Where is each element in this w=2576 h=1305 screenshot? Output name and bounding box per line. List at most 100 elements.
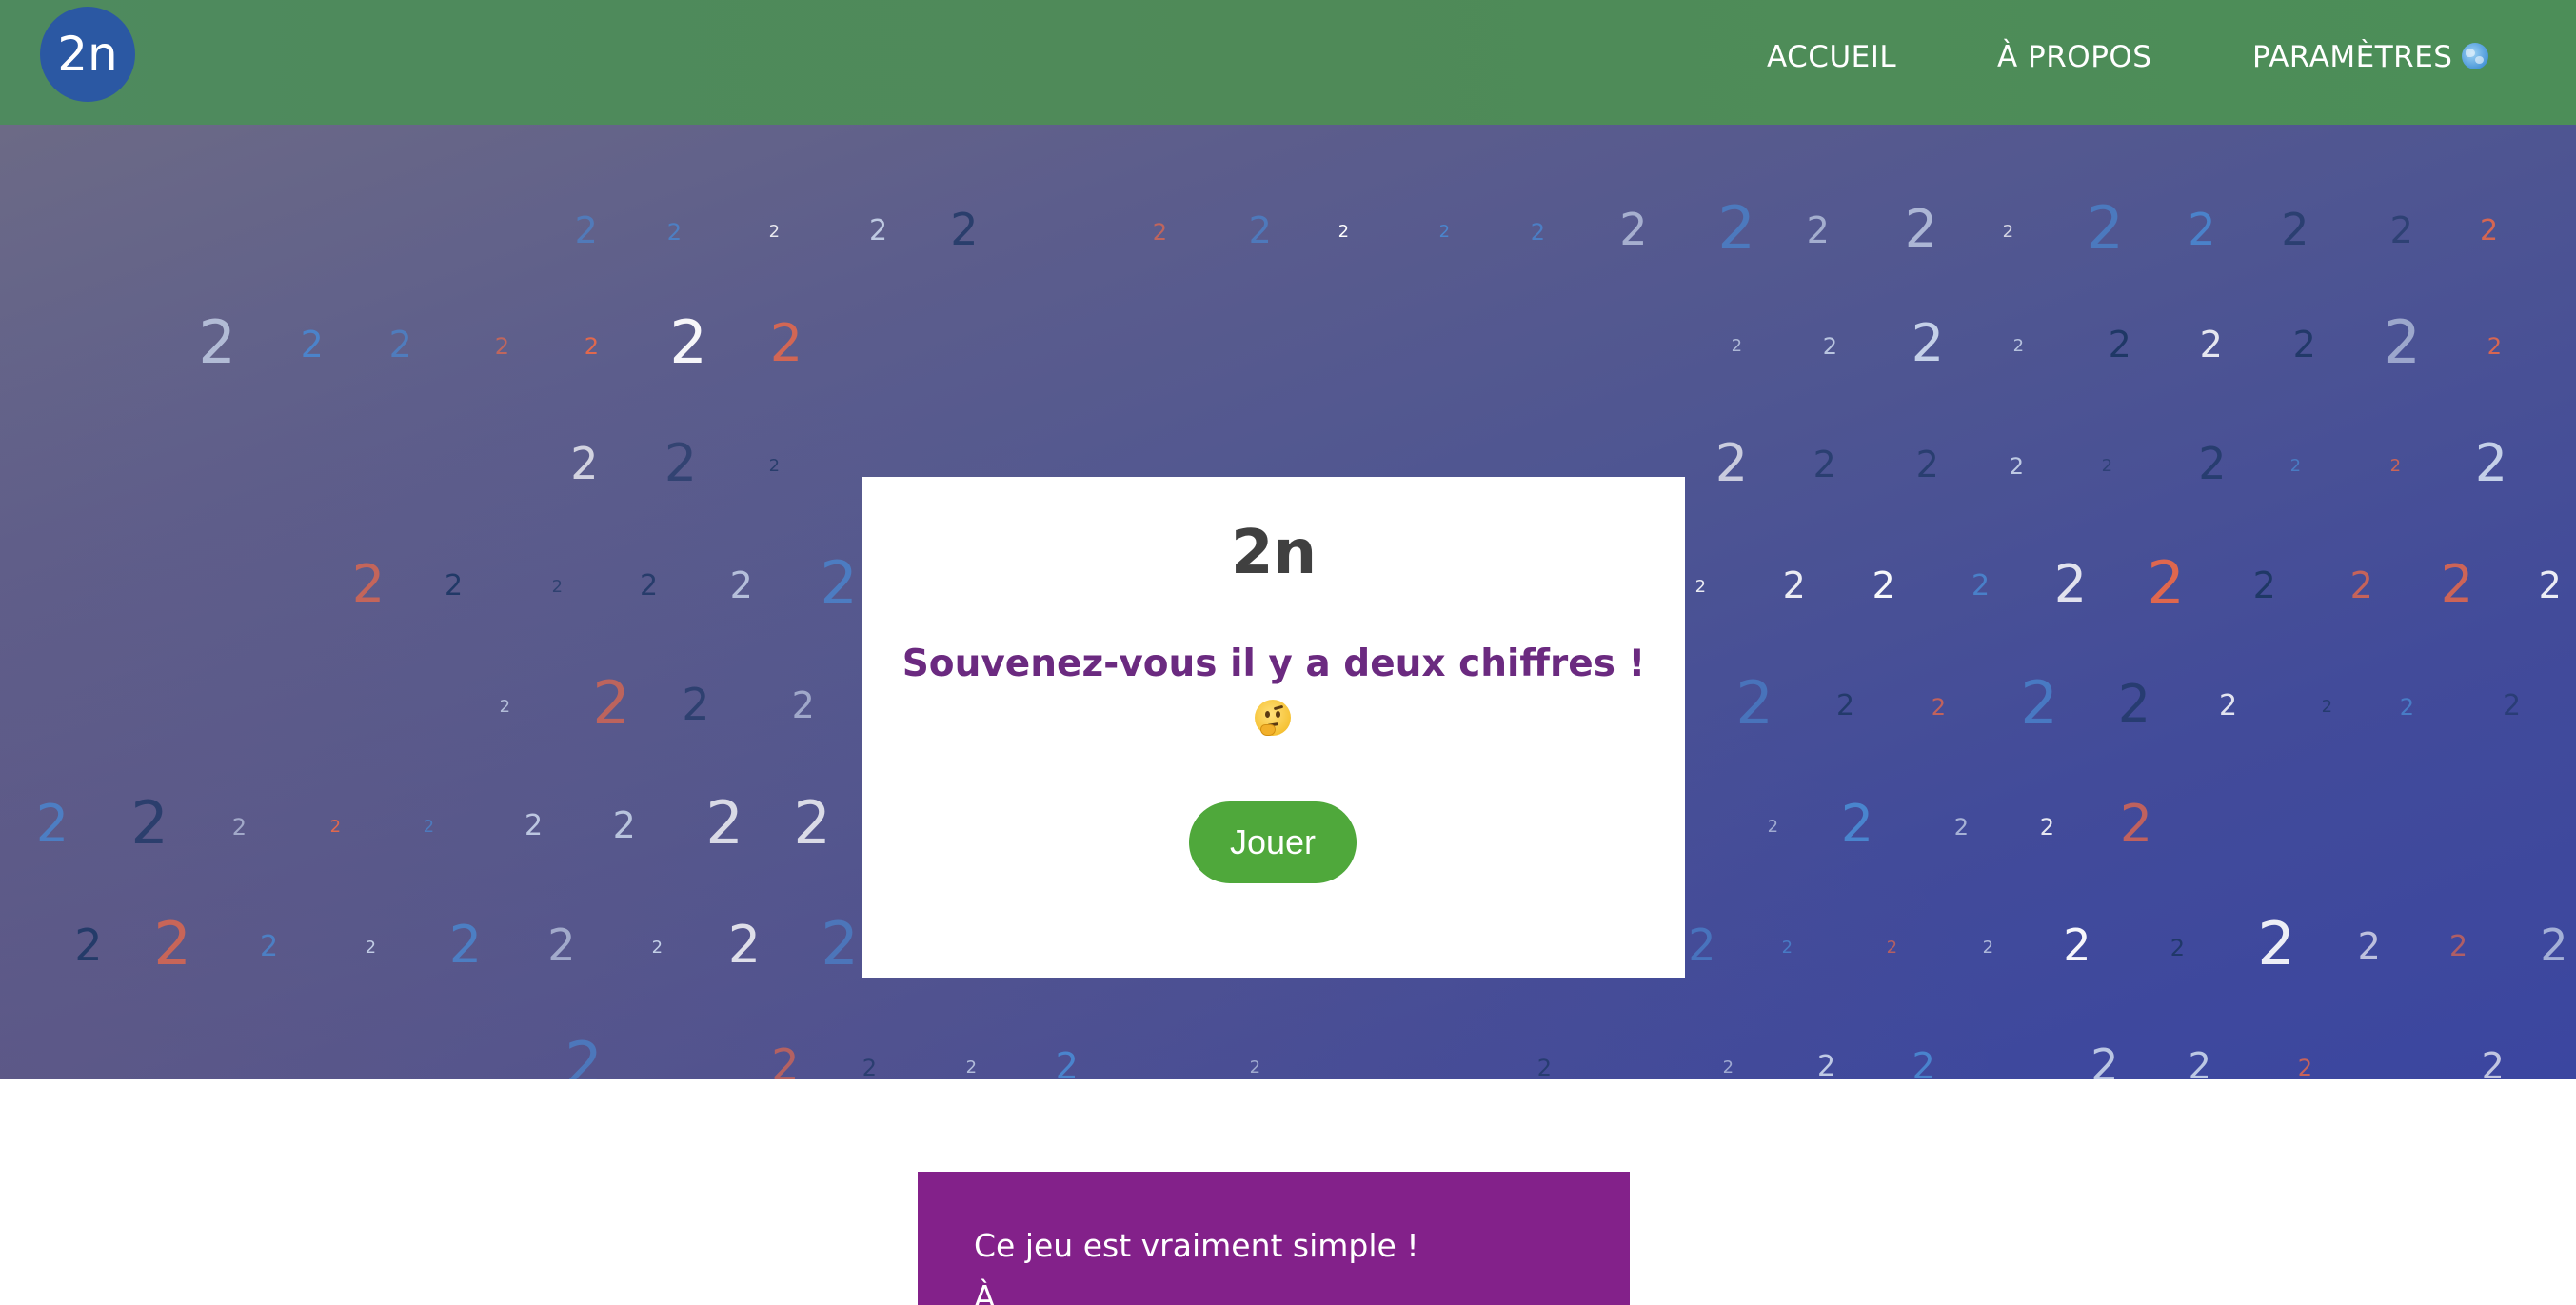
background-digit: 2 — [640, 569, 659, 603]
play-button[interactable]: Jouer — [1189, 801, 1357, 883]
background-digit: 2 — [2091, 1039, 2119, 1079]
background-digit: 2 — [388, 324, 412, 366]
info-text-line1: Ce jeu est vraiment simple ! — [974, 1227, 1419, 1264]
background-digit: 2 — [1840, 793, 1874, 854]
background-digit: 2 — [423, 817, 435, 838]
thinking-face-icon — [1255, 700, 1291, 736]
background-digit: 2 — [2538, 564, 2562, 607]
background-digit: 2 — [768, 456, 781, 477]
background-digit: 2 — [666, 218, 683, 246]
background-digit: 2 — [768, 222, 781, 243]
background-digit: 2 — [2108, 324, 2131, 366]
background-digit: 2 — [1822, 332, 1838, 360]
background-digit: 2 — [771, 1039, 800, 1079]
background-digit: 2 — [351, 553, 386, 614]
background-digit: 2 — [2147, 547, 2185, 618]
background-digit: 2 — [2297, 1054, 2313, 1079]
background-digit: 2 — [2480, 214, 2499, 247]
background-digit: 2 — [2063, 919, 2091, 972]
background-digit: 2 — [2188, 1045, 2211, 1079]
background-digit: 2 — [1619, 204, 1648, 256]
background-digit: 2 — [1530, 218, 1546, 246]
background-digit: 2 — [2039, 813, 2055, 840]
background-digit: 2 — [2119, 793, 2153, 854]
background-digit: 2 — [35, 793, 69, 854]
background-digit: 2 — [651, 938, 664, 959]
background-digit: 2 — [260, 930, 279, 963]
start-modal: 2n Souvenez-vous il y a deux chiffres ! … — [862, 477, 1685, 978]
globe-icon — [2462, 43, 2489, 69]
info-box: Ce jeu est vraiment simple ! À — [918, 1172, 1630, 1305]
background-digit: 2 — [74, 919, 103, 972]
background-digit: 2 — [1731, 336, 1743, 357]
background-digit: 2 — [198, 306, 236, 377]
background-digit: 2 — [1338, 222, 1350, 243]
background-digit: 2 — [2199, 324, 2223, 366]
background-digit: 2 — [2540, 919, 2568, 972]
logo-2n[interactable]: 2n — [40, 7, 135, 102]
background-digit: 2 — [1248, 209, 1272, 252]
background-digit: 2 — [1813, 444, 1836, 486]
background-digit: 2 — [2188, 204, 2216, 256]
background-digit: 2 — [2349, 564, 2373, 607]
background-digit: 2 — [445, 569, 464, 603]
background-digit: 2 — [2481, 1045, 2505, 1079]
background-digit: 2 — [705, 787, 743, 858]
background-digit: 2 — [1717, 192, 1755, 263]
background-digit: 2 — [1735, 667, 1773, 738]
background-digit: 2 — [2281, 204, 2309, 256]
background-digit: 2 — [130, 787, 168, 858]
background-digit: 2 — [2053, 553, 2088, 614]
background-digit: 2 — [1781, 938, 1793, 959]
background-digit: 2 — [862, 1054, 878, 1079]
background-digit: 2 — [2002, 222, 2014, 243]
background-digit: 2 — [1817, 1050, 1836, 1080]
background-digit: 2 — [2321, 697, 2333, 718]
background-digit: 2 — [821, 908, 859, 979]
background-digit: 2 — [2020, 667, 2058, 738]
background-digit: 2 — [231, 813, 248, 840]
background-digit: 2 — [2170, 934, 2186, 961]
background-digit: 2 — [153, 908, 191, 979]
background-digit: 2 — [1912, 1045, 1935, 1079]
background-digit: 2 — [2357, 925, 2381, 968]
background-digit: 2 — [1982, 938, 1994, 959]
background-digit: 2 — [2012, 336, 2025, 357]
background-digit: 2 — [2257, 908, 2295, 979]
background-digit: 2 — [1782, 564, 1806, 607]
background-digit: 2 — [525, 809, 544, 842]
info-text-line2: À — [974, 1278, 996, 1305]
top-navbar: 2n ACCUEIL À PROPOS PARAMÈTRES — [0, 0, 2576, 125]
background-digit: 2 — [1872, 564, 1895, 607]
background-digit: 2 — [2440, 553, 2474, 614]
background-digit: 2 — [1904, 198, 1938, 259]
background-digit: 2 — [1694, 577, 1707, 598]
background-digit: 2 — [1714, 432, 1749, 493]
background-digit: 2 — [664, 432, 698, 493]
background-digit: 2 — [300, 324, 324, 366]
background-digit: 2 — [2389, 456, 2402, 477]
background-digit: 2 — [2219, 689, 2238, 722]
background-digit: 2 — [729, 564, 753, 607]
background-digit: 2 — [448, 914, 483, 975]
background-digit: 2 — [365, 938, 377, 959]
background-digit: 2 — [793, 787, 831, 858]
nav-settings-link[interactable]: PARAMÈTRES — [2252, 38, 2489, 76]
background-digit: 2 — [574, 209, 598, 252]
background-digit: 2 — [682, 679, 710, 731]
background-digit: 2 — [1972, 569, 1991, 603]
background-digit: 2 — [570, 438, 599, 490]
background-digit: 2 — [2117, 673, 2151, 734]
nav-home-link[interactable]: ACCUEIL — [1767, 38, 1896, 76]
background-digit: 2 — [1953, 813, 1970, 840]
background-digit: 2 — [791, 684, 815, 727]
background-digit: 2 — [1886, 938, 1898, 959]
background-digit: 2 — [1249, 1058, 1261, 1078]
background-digit: 2 — [1806, 209, 1830, 252]
background-digit: 2 — [2389, 209, 2413, 252]
background-digit: 2 — [1722, 1058, 1734, 1078]
background-digit: 2 — [2289, 456, 2302, 477]
background-digit: 2 — [565, 1028, 603, 1079]
nav-about-link[interactable]: À PROPOS — [1997, 38, 2151, 76]
background-digit: 2 — [769, 312, 803, 373]
